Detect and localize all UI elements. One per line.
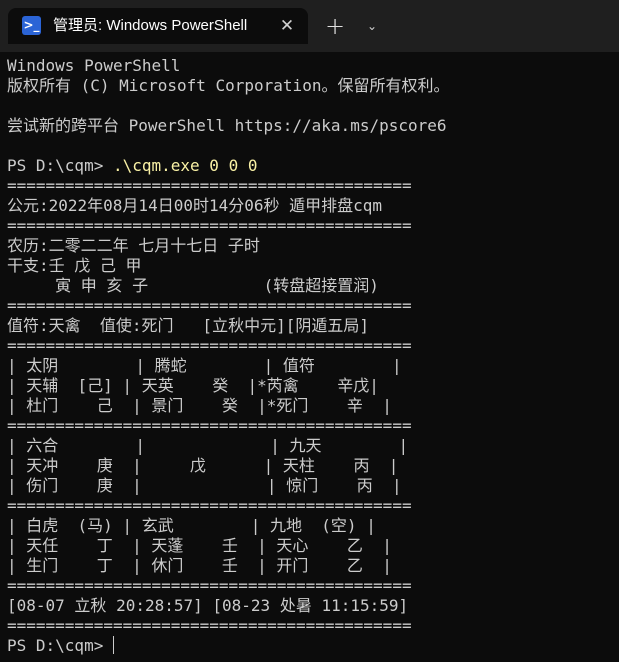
tab-powershell[interactable]: >_ 管理员: Windows PowerShell ✕ [8,8,308,44]
terminal-line: | 白虎 (马) | 玄武 | 九地 (空) | [7,516,376,535]
terminal-line: ========================================… [7,616,412,635]
prompt: PS D:\cqm> [7,156,113,175]
title-bar: >_ 管理员: Windows PowerShell ✕ + ⌄ [0,0,619,52]
terminal-line: 公元:2022年08月14日00时14分06秒 遁甲排盘cqm [7,196,383,215]
terminal-line: | 太阴 | 腾蛇 | 值符 | [7,356,402,375]
terminal-output[interactable]: Windows PowerShell 版权所有 (C) Microsoft Co… [7,56,619,662]
powershell-icon: >_ [22,16,41,35]
terminal-line: | 生门 丁 | 休门 壬 | 开门 乙 | [7,556,392,575]
terminal-line: ========================================… [7,576,412,595]
terminal-line: ========================================… [7,416,412,435]
prompt: PS D:\cqm> [7,636,113,655]
tab-title: 管理员: Windows PowerShell [53,17,248,34]
terminal-line: ========================================… [7,296,412,315]
close-icon[interactable]: ✕ [276,15,298,37]
terminal-line: Windows PowerShell [7,56,181,75]
command-text: .\cqm.exe 0 0 0 [112,156,258,175]
terminal-line: ========================================… [7,216,412,235]
terminal-line: | 天任 丁 | 天蓬 壬 | 天心 乙 | [7,536,392,555]
terminal-line: | 伤门 庚 | | 惊门 丙 | [7,476,402,495]
terminal-line: 干支:壬 戊 己 甲 [7,256,142,275]
terminal-line: 版权所有 (C) Microsoft Corporation。保留所有权利。 [7,76,450,95]
terminal-line: [08-07 立秋 20:28:57] [08-23 处暑 11:15:59] [7,596,409,615]
terminal-line: ========================================… [7,496,412,515]
terminal-line: | 六合 | | 九天 | [7,436,409,455]
terminal-line: 农历:二零二二年 七月十七日 子时 [7,236,260,255]
terminal-line: 寅 申 亥 子 (转盘超接置润) [7,276,379,295]
text-cursor [112,636,114,654]
terminal-line: | 天冲 庚 | 戊 | 天柱 丙 | [7,456,399,475]
terminal-line: ========================================… [7,176,412,195]
terminal-line: 尝试新的跨平台 PowerShell https://aka.ms/pscore… [7,116,447,135]
terminal-line: | 杜门 己 | 景门 癸 |*死门 辛 | [7,396,392,415]
plus-icon[interactable]: + [322,14,348,40]
powershell-window: >_ 管理员: Windows PowerShell ✕ + ⌄ Windows… [0,0,619,662]
terminal-line: | 天辅 [己] | 天英 癸 |*芮禽 辛戊| [7,376,379,395]
current-prompt-line[interactable]: PS D:\cqm> [7,636,619,656]
terminal-line: 值符:天禽 值使:死门 [立秋中元][阴遁五局] [7,316,369,335]
command-line: PS D:\cqm> .\cqm.exe 0 0 0 [7,156,619,176]
terminal-line: ========================================… [7,336,412,355]
chevron-down-icon[interactable]: ⌄ [362,16,382,36]
